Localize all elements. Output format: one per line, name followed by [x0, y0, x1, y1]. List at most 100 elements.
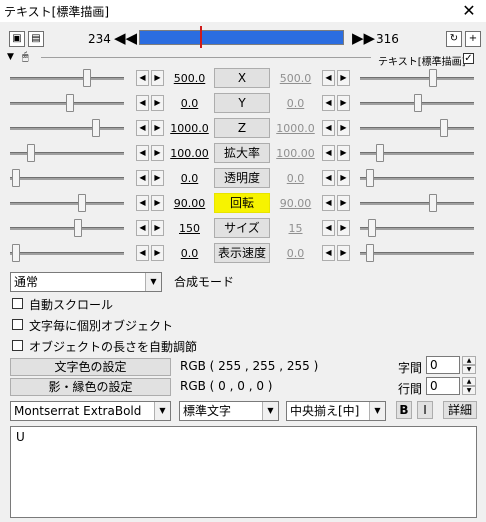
slider-thumb-left[interactable]	[83, 69, 91, 87]
line-spacing-down-icon[interactable]: ▼	[462, 386, 476, 395]
decrement-right-icon[interactable]: ◀	[322, 120, 335, 136]
bold-button[interactable]: B	[396, 401, 412, 419]
increment-left-icon[interactable]: ▶	[151, 220, 164, 236]
decrement-left-icon[interactable]: ◀	[136, 220, 149, 236]
line-spacing-input[interactable]: 0	[426, 377, 460, 395]
per-char-checkbox[interactable]	[12, 319, 23, 330]
collapse-icon[interactable]: ▼	[7, 52, 14, 62]
param-start-value[interactable]: 1000.0	[167, 122, 212, 135]
slider-thumb-right[interactable]	[366, 244, 374, 262]
param-start-value[interactable]: 100.00	[167, 147, 212, 160]
increment-left-icon[interactable]: ▶	[151, 145, 164, 161]
decrement-left-icon[interactable]: ◀	[136, 145, 149, 161]
slider-thumb-left[interactable]	[74, 219, 82, 237]
decrement-left-icon[interactable]: ◀	[136, 95, 149, 111]
slider-thumb-right[interactable]	[414, 94, 422, 112]
seek-marker[interactable]	[200, 26, 202, 48]
decrement-left-icon[interactable]: ◀	[136, 170, 149, 186]
increment-left-icon[interactable]: ▶	[151, 195, 164, 211]
param-start-value[interactable]: 150	[167, 222, 212, 235]
param-end-value[interactable]: 500.0	[273, 72, 318, 85]
decrement-left-icon[interactable]: ◀	[136, 195, 149, 211]
param-end-value[interactable]: 15	[273, 222, 318, 235]
font-family-select[interactable]: Montserrat ExtraBold ▼	[10, 401, 171, 421]
param-name-button[interactable]: 拡大率	[214, 143, 270, 163]
detail-button[interactable]: 詳細	[443, 401, 477, 419]
decrement-right-icon[interactable]: ◀	[322, 170, 335, 186]
seek-bar[interactable]	[139, 30, 344, 45]
slider-thumb-right[interactable]	[440, 119, 448, 137]
param-end-value[interactable]: 0.0	[273, 97, 318, 110]
slider-thumb-left[interactable]	[92, 119, 100, 137]
increment-left-icon[interactable]: ▶	[151, 245, 164, 261]
decrement-right-icon[interactable]: ◀	[322, 245, 335, 261]
increment-left-icon[interactable]: ▶	[151, 95, 164, 111]
param-start-value[interactable]: 0.0	[167, 247, 212, 260]
param-name-button[interactable]: Z	[214, 118, 270, 138]
slider-thumb-right[interactable]	[366, 169, 374, 187]
param-name-button[interactable]: Y	[214, 93, 270, 113]
param-name-button[interactable]: 回転	[214, 193, 270, 213]
text-color-button[interactable]: 文字色の設定	[10, 358, 171, 376]
char-spacing-up-icon[interactable]: ▲	[462, 356, 476, 365]
align-select[interactable]: 中央揃え[中] ▼	[286, 401, 386, 421]
increment-right-icon[interactable]: ▶	[337, 95, 350, 111]
slider-thumb-right[interactable]	[429, 69, 437, 87]
text-style-select[interactable]: 標準文字 ▼	[179, 401, 279, 421]
param-name-button[interactable]: 透明度	[214, 168, 270, 188]
increment-right-icon[interactable]: ▶	[337, 245, 350, 261]
param-start-value[interactable]: 0.0	[167, 172, 212, 185]
decrement-left-icon[interactable]: ◀	[136, 70, 149, 86]
auto-scroll-checkbox[interactable]	[12, 298, 23, 309]
param-end-value[interactable]: 1000.0	[273, 122, 318, 135]
layer-icon[interactable]: ▤	[28, 31, 44, 47]
line-spacing-up-icon[interactable]: ▲	[462, 377, 476, 386]
slider-thumb-right[interactable]	[376, 144, 384, 162]
decrement-right-icon[interactable]: ◀	[322, 195, 335, 211]
increment-right-icon[interactable]: ▶	[337, 170, 350, 186]
param-end-value[interactable]: 0.0	[273, 172, 318, 185]
increment-right-icon[interactable]: ▶	[337, 145, 350, 161]
close-button[interactable]: ✕	[456, 1, 482, 21]
text-input[interactable]: U	[10, 426, 477, 518]
slider-thumb-right[interactable]	[368, 219, 376, 237]
increment-left-icon[interactable]: ▶	[151, 120, 164, 136]
param-start-value[interactable]: 500.0	[167, 72, 212, 85]
param-name-button[interactable]: 表示速度	[214, 243, 270, 263]
object-enabled-checkbox[interactable]: ✓	[463, 53, 474, 64]
decrement-right-icon[interactable]: ◀	[322, 95, 335, 111]
increment-right-icon[interactable]: ▶	[337, 120, 350, 136]
slider-thumb-right[interactable]	[429, 194, 437, 212]
prev-keyframe-button[interactable]: ◀◀	[114, 29, 137, 47]
camera-icon[interactable]: ▣	[9, 31, 25, 47]
param-start-value[interactable]: 0.0	[167, 97, 212, 110]
shadow-color-button[interactable]: 影・縁色の設定	[10, 378, 171, 396]
slider-thumb-left[interactable]	[12, 169, 20, 187]
decrement-right-icon[interactable]: ◀	[322, 70, 335, 86]
refresh-icon[interactable]: ↻	[446, 31, 462, 47]
slider-thumb-left[interactable]	[66, 94, 74, 112]
add-icon[interactable]: +	[465, 31, 481, 47]
param-name-button[interactable]: サイズ	[214, 218, 270, 238]
param-start-value[interactable]: 90.00	[167, 197, 212, 210]
increment-left-icon[interactable]: ▶	[151, 170, 164, 186]
next-keyframe-button[interactable]: ▶▶	[352, 29, 375, 47]
increment-right-icon[interactable]: ▶	[337, 195, 350, 211]
param-end-value[interactable]: 90.00	[273, 197, 318, 210]
decrement-left-icon[interactable]: ◀	[136, 245, 149, 261]
param-name-button[interactable]: X	[214, 68, 270, 88]
slider-thumb-left[interactable]	[78, 194, 86, 212]
increment-left-icon[interactable]: ▶	[151, 70, 164, 86]
blend-mode-select[interactable]: 通常 ▼	[10, 272, 162, 292]
decrement-right-icon[interactable]: ◀	[322, 145, 335, 161]
char-spacing-down-icon[interactable]: ▼	[462, 365, 476, 374]
param-end-value[interactable]: 100.00	[273, 147, 318, 160]
italic-button[interactable]: I	[417, 401, 433, 419]
slider-thumb-left[interactable]	[27, 144, 35, 162]
param-end-value[interactable]: 0.0	[273, 247, 318, 260]
increment-right-icon[interactable]: ▶	[337, 70, 350, 86]
slider-thumb-left[interactable]	[12, 244, 20, 262]
decrement-left-icon[interactable]: ◀	[136, 120, 149, 136]
char-spacing-input[interactable]: 0	[426, 356, 460, 374]
increment-right-icon[interactable]: ▶	[337, 220, 350, 236]
